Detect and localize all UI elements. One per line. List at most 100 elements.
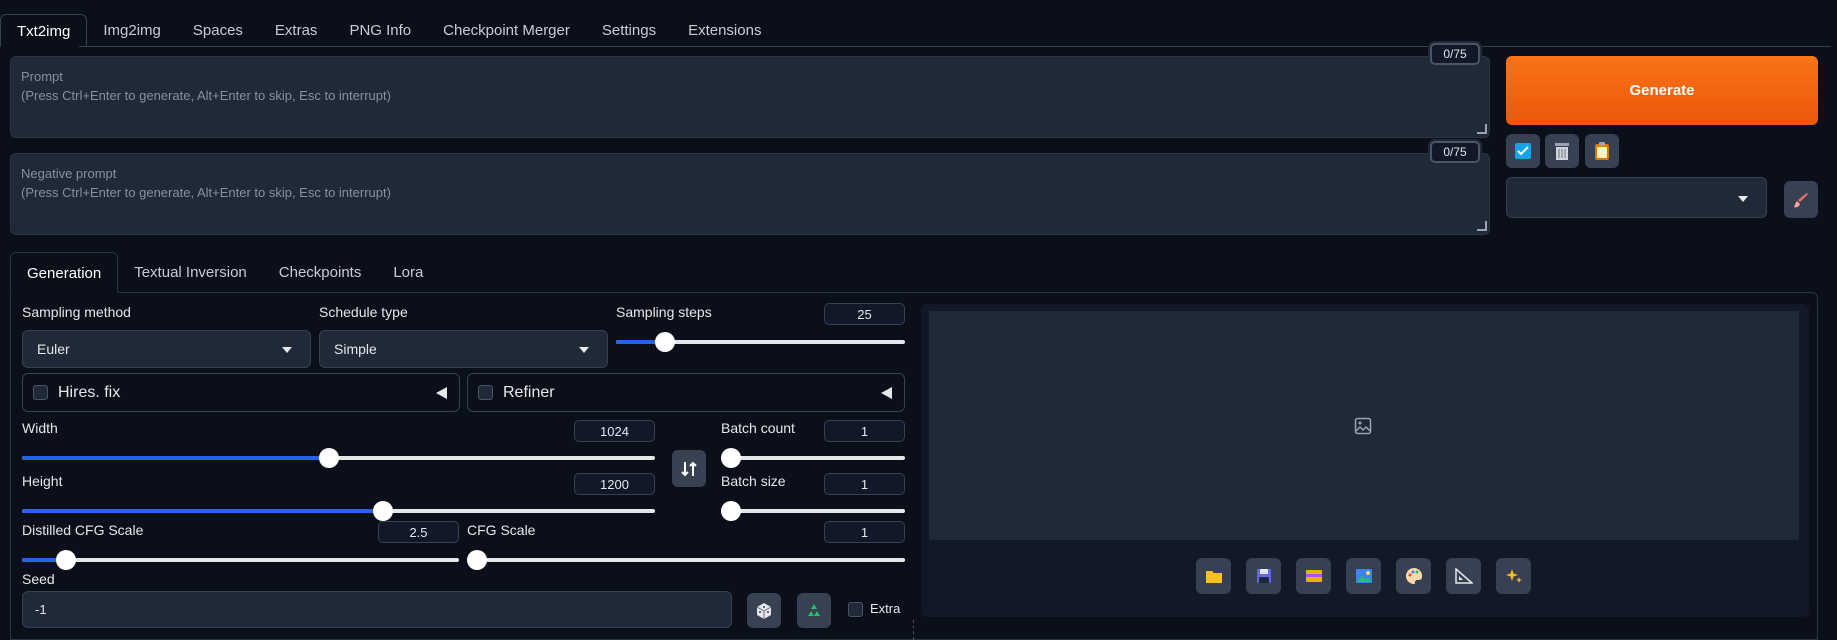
folder-icon [1205,571,1222,583]
sampling-method-dropdown[interactable]: Euler [22,330,311,368]
sampling-steps-slider[interactable] [616,332,905,352]
generate-button[interactable]: Generate [1506,56,1818,125]
dice-icon [756,602,772,619]
refiner-accordion[interactable]: Refiner [467,373,905,412]
ruler-icon [1454,568,1473,584]
schedule-type-label: Schedule type [319,304,408,320]
tab-spaces[interactable]: Spaces [177,14,259,47]
batch-count-label: Batch count [721,420,795,436]
slider-thumb[interactable] [319,448,339,468]
reuse-seed-button[interactable] [797,593,831,628]
slider-fill [22,509,383,513]
edit-styles-button[interactable] [1784,181,1818,218]
palette-icon [1405,567,1422,584]
cfg-scale-slider[interactable] [467,550,905,570]
refiner-label: Refiner [503,383,555,401]
image-placeholder-icon [1354,417,1372,435]
chevron-down-icon [282,347,292,353]
show-extra-networks-button[interactable] [1506,134,1540,168]
width-input[interactable]: 1024 [574,420,655,442]
save-icon [1256,569,1271,583]
recycle-icon [808,603,820,616]
distilled-cfg-input[interactable]: 2.5 [378,521,459,543]
tab-extensions[interactable]: Extensions [672,14,777,47]
slider-thumb[interactable] [467,550,487,570]
height-input[interactable]: 1200 [574,473,655,495]
batch-size-input[interactable]: 1 [824,473,905,495]
hires-fix-checkbox[interactable] [33,385,48,400]
send-to-extras-button[interactable] [1446,558,1481,594]
prompt-resize-handle[interactable] [1477,124,1487,134]
extra-seed-checkbox[interactable] [848,602,863,617]
slider-thumb[interactable] [721,501,741,521]
negative-prompt-resize-handle[interactable] [1477,221,1487,231]
column-divider [913,620,914,640]
checkbox-icon [1515,143,1531,159]
paste-prompt-button[interactable] [1585,134,1619,168]
random-seed-button[interactable] [747,593,781,628]
save-zip-button[interactable] [1296,558,1331,594]
clear-prompt-button[interactable] [1545,134,1579,168]
subtab-lora[interactable]: Lora [377,252,439,293]
cfg-scale-input[interactable]: 1 [824,521,905,543]
generation-subtabs: Generation Textual Inversion Checkpoints… [10,252,439,293]
schedule-type-dropdown[interactable]: Simple [319,330,608,368]
batch-size-label: Batch size [721,473,786,489]
cfg-scale-label: CFG Scale [467,522,536,538]
batch-size-slider[interactable] [721,501,905,521]
sampling-steps-input[interactable]: 25 [824,303,905,325]
clipboard-icon [1595,142,1609,160]
swap-dimensions-button[interactable] [672,450,706,487]
slider-thumb[interactable] [55,550,76,570]
styles-dropdown[interactable] [1506,177,1767,218]
distilled-cfg-label: Distilled CFG Scale [22,522,144,538]
distilled-cfg-slider[interactable] [22,550,459,570]
prompt-textarea[interactable]: Prompt (Press Ctrl+Enter to generate, Al… [10,56,1490,138]
slider-fill [22,456,329,460]
tab-checkpoint-merger[interactable]: Checkpoint Merger [427,14,586,47]
height-slider[interactable] [22,501,655,521]
prompt-token-counter: 0/75 [1430,43,1480,65]
subtab-checkpoints[interactable]: Checkpoints [263,252,378,293]
tab-png-info[interactable]: PNG Info [333,14,427,47]
collapse-arrow-icon[interactable] [881,387,892,399]
sampling-steps-label: Sampling steps [616,304,712,320]
tabs-divider [79,46,1831,47]
batch-count-slider[interactable] [721,448,905,468]
hires-fix-label: Hires. fix [58,383,121,401]
negative-prompt-textarea[interactable]: Negative prompt (Press Ctrl+Enter to gen… [10,153,1490,235]
tab-settings[interactable]: Settings [586,14,672,47]
seed-value: -1 [35,602,47,617]
prompt-label: Prompt [21,69,63,84]
tab-img2img[interactable]: Img2img [87,14,177,47]
tab-txt2img[interactable]: Txt2img [0,14,88,47]
upscale-button[interactable] [1496,558,1531,594]
slider-thumb[interactable] [655,332,676,352]
sampling-method-value: Euler [37,341,70,357]
slider-thumb[interactable] [721,448,741,468]
send-to-img2img-button[interactable] [1346,558,1381,594]
save-image-button[interactable] [1246,558,1281,594]
send-to-inpaint-button[interactable] [1396,558,1431,594]
open-folder-button[interactable] [1196,558,1231,594]
paintbrush-icon [1794,192,1808,207]
refiner-checkbox[interactable] [478,385,493,400]
slider-thumb[interactable] [372,501,393,521]
prompt-placeholder: (Press Ctrl+Enter to generate, Alt+Enter… [21,88,391,103]
seed-input[interactable]: -1 [22,591,732,628]
hires-fix-accordion[interactable]: Hires. fix [22,373,460,412]
image-icon [1355,569,1372,583]
trash-icon [1555,143,1569,160]
tab-extras[interactable]: Extras [259,14,334,47]
subtab-generation[interactable]: Generation [10,252,119,293]
batch-count-input[interactable]: 1 [824,420,905,442]
negative-prompt-label: Negative prompt [21,166,117,181]
seed-label: Seed [22,571,55,587]
negative-prompt-placeholder: (Press Ctrl+Enter to generate, Alt+Enter… [21,185,391,200]
collapse-arrow-icon[interactable] [436,387,447,399]
height-label: Height [22,473,63,489]
subtab-textual-inversion[interactable]: Textual Inversion [118,252,263,293]
sparkles-icon [1505,569,1522,583]
chevron-down-icon [1738,195,1748,202]
width-slider[interactable] [22,448,655,468]
